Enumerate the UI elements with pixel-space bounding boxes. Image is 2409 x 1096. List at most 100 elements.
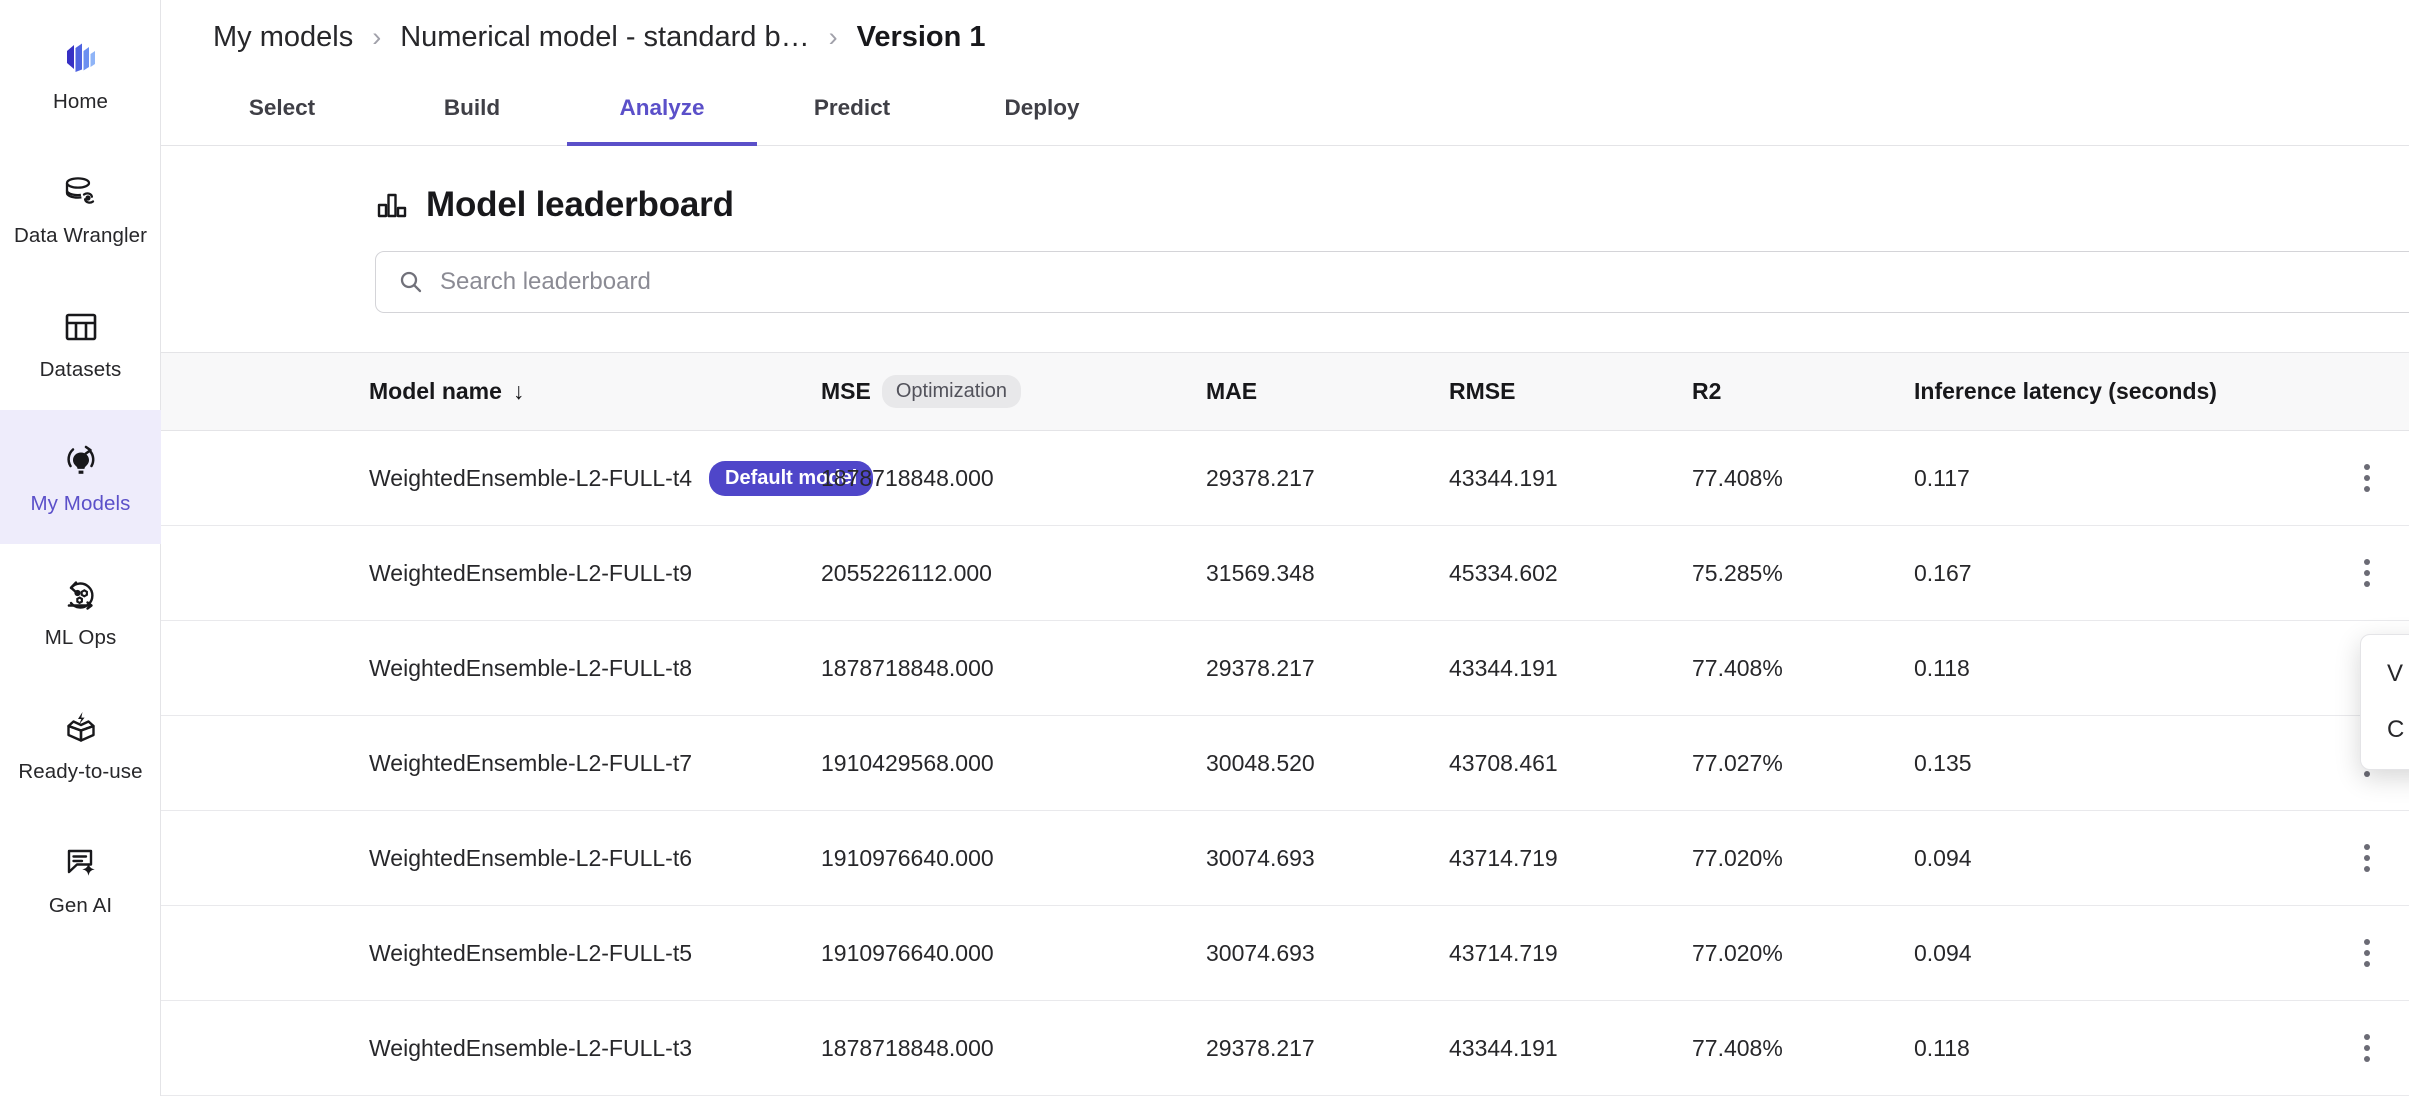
cell-r2: 77.020%: [1692, 905, 1914, 1001]
cell-rmse: 43708.461: [1449, 715, 1692, 811]
column-label: MSE: [821, 378, 871, 404]
cell-model-name: WeightedEnsemble-L2-FULL-t5: [161, 905, 821, 1001]
kebab-menu-icon[interactable]: [2345, 551, 2389, 595]
breadcrumb-item-my-models[interactable]: My models: [213, 21, 353, 54]
cell-rmse: 43344.191: [1449, 430, 1692, 526]
cell-mse: 1910429568.000: [821, 715, 1206, 811]
cell-mse: 1878718848.000: [821, 620, 1206, 716]
cell-model-name: WeightedEnsemble-L2-FULL-t9: [161, 525, 821, 621]
table-row[interactable]: WeightedEnsemble-L2-FULL-t3 1878718848.00…: [161, 1000, 2409, 1096]
sidebar-item-label: Datasets: [39, 357, 122, 381]
kebab-menu-icon[interactable]: [2345, 931, 2389, 975]
cell-mse: 1878718848.000: [821, 430, 1206, 526]
sidebar-item-ml-ops[interactable]: ML Ops: [0, 544, 161, 678]
cell-actions: [2334, 430, 2409, 526]
model-name-text: WeightedEnsemble-L2-FULL-t7: [369, 749, 693, 776]
table-row[interactable]: WeightedEnsemble-L2-FULL-t7 1910429568.00…: [161, 715, 2409, 811]
kebab-menu-icon[interactable]: [2345, 836, 2389, 880]
sidebar-item-datasets[interactable]: Datasets: [0, 276, 161, 410]
table-row[interactable]: WeightedEnsemble-L2-FULL-t8 1878718848.00…: [161, 620, 2409, 716]
breadcrumb-item-version: Version 1: [856, 20, 986, 53]
cell-inference-latency: 0.118: [1914, 620, 2334, 716]
kebab-menu-icon[interactable]: [2345, 1026, 2389, 1070]
cell-model-name: WeightedEnsemble-L2-FULL-t8: [161, 620, 821, 716]
workflow-tabs: Select Build Analyze Predict Deploy: [161, 74, 2409, 146]
cell-actions: [2334, 525, 2409, 621]
cell-mae: 30074.693: [1206, 905, 1449, 1001]
column-header-mse[interactable]: MSE Optimization: [821, 352, 1206, 431]
model-bulb-icon: [59, 439, 103, 483]
table-row[interactable]: WeightedEnsemble-L2-FULL-t5 1910976640.00…: [161, 905, 2409, 1001]
sidebar-item-label: ML Ops: [44, 625, 117, 649]
cell-actions: [2334, 905, 2409, 1001]
model-name-text: WeightedEnsemble-L2-FULL-t5: [369, 939, 693, 966]
cell-mae: 30048.520: [1206, 715, 1449, 811]
cell-inference-latency: 0.094: [1914, 905, 2334, 1001]
tab-build[interactable]: Build: [377, 74, 567, 146]
kebab-menu-icon[interactable]: [2345, 456, 2389, 500]
cell-inference-latency: 0.094: [1914, 810, 2334, 906]
cell-r2: 77.020%: [1692, 810, 1914, 906]
sidebar-item-gen-ai[interactable]: Gen AI: [0, 812, 161, 946]
cell-model-name: WeightedEnsemble-L2-FULL-t6: [161, 810, 821, 906]
column-header-actions: [2334, 352, 2409, 431]
sidebar-item-ready-to-use[interactable]: Ready-to-use: [0, 678, 161, 812]
column-header-inference-latency[interactable]: Inference latency (seconds): [1914, 352, 2334, 431]
cell-mae: 29378.217: [1206, 1000, 1449, 1096]
cell-mse: 1910976640.000: [821, 810, 1206, 906]
sidebar-item-label: Ready-to-use: [18, 759, 143, 783]
sidebar-item-home[interactable]: Home: [0, 8, 161, 142]
sidebar-item-my-models[interactable]: My Models: [0, 410, 161, 544]
table-row[interactable]: WeightedEnsemble-L2-FULL-t9 2055226112.00…: [161, 525, 2409, 621]
search-icon: [398, 269, 424, 295]
cell-mae: 29378.217: [1206, 620, 1449, 716]
table-row[interactable]: WeightedEnsemble-L2-FULL-t6 1910976640.00…: [161, 810, 2409, 906]
sidebar-item-label: Data Wrangler: [13, 223, 148, 247]
breadcrumb: My models › Numerical model - standard b…: [161, 0, 2409, 74]
cell-inference-latency: 0.167: [1914, 525, 2334, 621]
column-label: Model name: [369, 378, 502, 404]
table-header-row: Model name ↓ MSE Optimization MAE RMSE R…: [161, 352, 2409, 431]
search-input[interactable]: [440, 268, 2409, 296]
cell-mse: 1910976640.000: [821, 905, 1206, 1001]
optimization-chip: Optimization: [881, 375, 1021, 408]
model-name-text: WeightedEnsemble-L2-FULL-t8: [369, 654, 693, 681]
breadcrumb-item-model[interactable]: Numerical model - standard b…: [400, 21, 809, 54]
leaderboard-header: Model leaderboard: [161, 146, 2409, 225]
home-logo-icon: [59, 37, 103, 81]
column-header-rmse[interactable]: RMSE: [1449, 352, 1692, 431]
table-head: Model name ↓ MSE Optimization MAE RMSE R…: [161, 352, 2409, 431]
table-body: WeightedEnsemble-L2-FULL-t4 Default model…: [161, 430, 2409, 1096]
cell-r2: 77.408%: [1692, 1000, 1914, 1096]
column-header-mae[interactable]: MAE: [1206, 352, 1449, 431]
sidebar-item-label: Home: [52, 89, 109, 113]
tab-predict[interactable]: Predict: [757, 74, 947, 146]
sort-desc-icon: ↓: [512, 378, 525, 404]
cell-mae: 30074.693: [1206, 810, 1449, 906]
model-name-text: WeightedEnsemble-L2-FULL-t4: [369, 464, 693, 491]
model-name-text: WeightedEnsemble-L2-FULL-t3: [369, 1034, 693, 1061]
chevron-right-icon: ›: [828, 21, 838, 52]
tab-deploy[interactable]: Deploy: [947, 74, 1137, 146]
cell-model-name: WeightedEnsemble-L2-FULL-t4 Default model: [161, 430, 874, 526]
cell-r2: 77.027%: [1692, 715, 1914, 811]
cell-mse: 1878718848.000: [821, 1000, 1206, 1096]
cell-rmse: 45334.602: [1449, 525, 1692, 621]
search-box[interactable]: [375, 251, 2409, 313]
cell-mae: 31569.348: [1206, 525, 1449, 621]
table-row[interactable]: WeightedEnsemble-L2-FULL-t4 Default model…: [161, 430, 2409, 526]
chat-sparkle-icon: [59, 841, 103, 885]
context-menu-item-1[interactable]: V: [2361, 646, 2409, 702]
leaderboard-table-container: Model name ↓ MSE Optimization MAE RMSE R…: [161, 352, 2409, 1096]
sidebar-item-data-wrangler[interactable]: Data Wrangler: [0, 142, 161, 276]
column-header-model-name[interactable]: Model name ↓: [161, 352, 821, 431]
primary-sidebar: Home Data Wrangler Datasets My Models ML…: [0, 0, 161, 1096]
context-menu-item-2[interactable]: C: [2361, 702, 2409, 758]
open-box-bolt-icon: [59, 707, 103, 751]
database-sync-icon: [59, 171, 103, 215]
cell-model-name: WeightedEnsemble-L2-FULL-t7: [161, 715, 821, 811]
column-header-r2[interactable]: R2: [1692, 352, 1914, 431]
tab-analyze[interactable]: Analyze: [567, 74, 757, 146]
row-context-menu: V C: [2360, 634, 2409, 770]
tab-select[interactable]: Select: [187, 74, 377, 146]
